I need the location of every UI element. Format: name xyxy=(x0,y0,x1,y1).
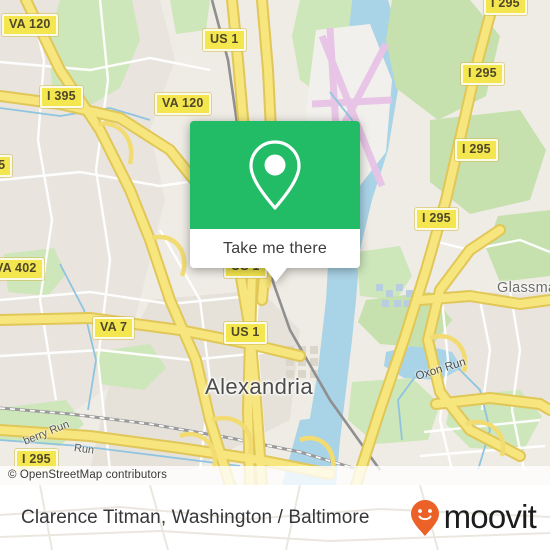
moovit-pin-logo-icon xyxy=(410,499,439,536)
map-park-n2 xyxy=(170,0,210,34)
moovit-brand[interactable]: moovit xyxy=(410,485,537,550)
station-title: Clarence Titman, Washington / Baltimore xyxy=(21,507,370,528)
moovit-wordmark: moovit xyxy=(443,498,537,535)
footer-bar: Clarence Titman, Washington / Baltimore … xyxy=(0,485,550,550)
location-pin-icon xyxy=(249,140,301,210)
take-me-there-label: Take me there xyxy=(223,239,327,257)
callout-icon-panel xyxy=(190,121,360,229)
take-me-there-callout[interactable]: Take me there xyxy=(190,121,360,282)
callout-action-bar[interactable]: Take me there xyxy=(190,229,360,268)
moovit-station-map-card: Alexandria Glassmanor Oxon Run berry Run… xyxy=(0,0,550,550)
osm-attribution[interactable]: © OpenStreetMap contributors xyxy=(0,466,550,485)
callout-pointer-tail xyxy=(265,268,287,282)
